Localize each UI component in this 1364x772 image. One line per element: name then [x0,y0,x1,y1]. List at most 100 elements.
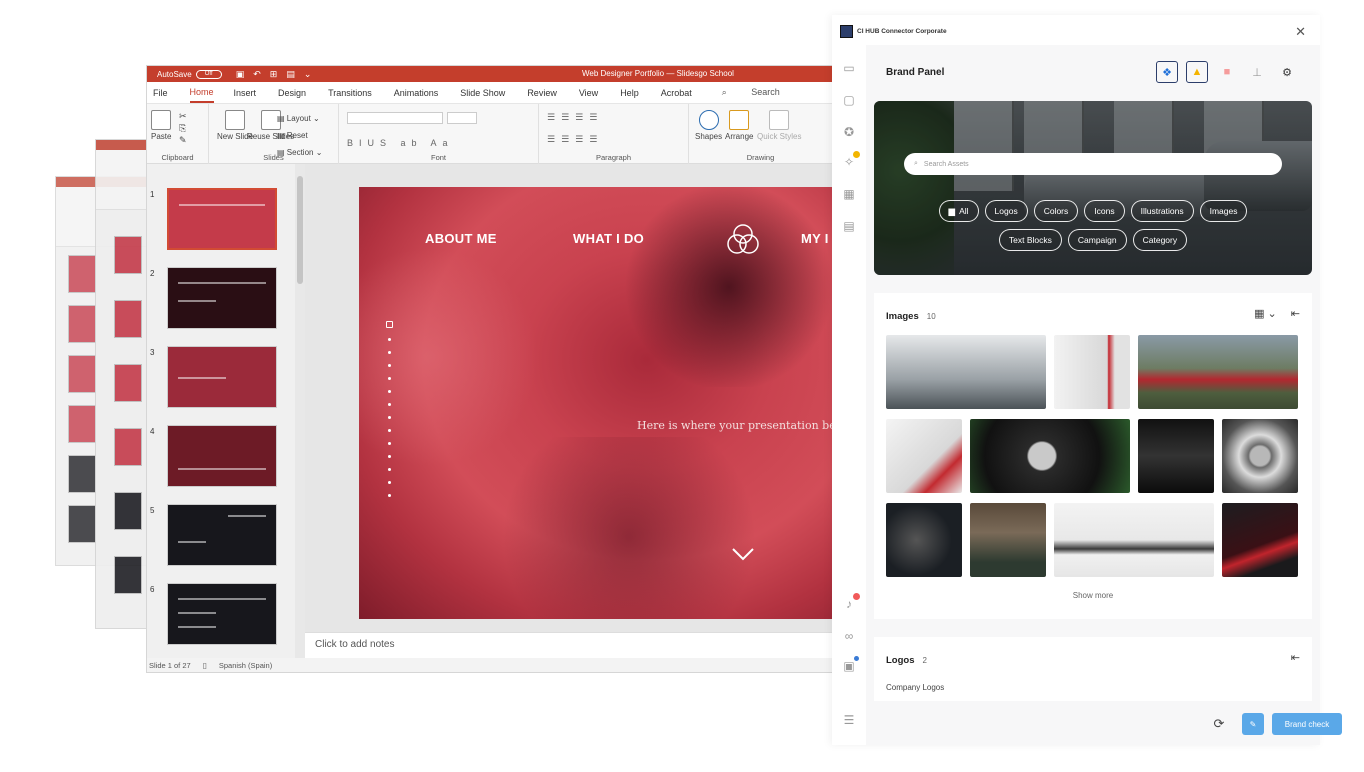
thumbnail-row[interactable]: 1 [147,188,295,250]
tab-acrobat[interactable]: Acrobat [661,88,702,98]
stamp-icon[interactable]: ⊥ [1246,61,1268,83]
asset-image[interactable] [1222,503,1298,577]
collapse-icon[interactable]: ⇤ [1291,307,1300,320]
layout-button[interactable]: ▤ Layout ⌄ [277,110,322,127]
thumbnail-row[interactable]: 5 [147,504,295,566]
tab-design[interactable]: Design [278,88,316,98]
sparkle-icon[interactable]: ✧ [842,151,860,169]
current-slide[interactable]: ABOUT ME WHAT I DO MY I Here is where yo… [359,187,832,619]
folder-icon[interactable]: ▢ [842,93,856,107]
asset-image[interactable] [886,503,962,577]
accessibility-icon[interactable]: ▯ [203,661,207,670]
home-icon[interactable]: ▭ [842,61,856,75]
chip-category[interactable]: Category [1132,229,1188,251]
notes-pane[interactable]: Click to add notes [305,632,832,658]
start-icon[interactable]: ▤ [286,69,295,80]
thumbnail-row[interactable]: 3 [147,346,295,408]
link-icon[interactable]: ∞ [842,629,856,643]
chip-illustrations[interactable]: Illustrations [1130,200,1194,222]
tab-help[interactable]: Help [620,88,649,98]
autosave-control[interactable]: AutoSave Off [157,69,222,79]
cart-icon[interactable]: ▤ [842,219,856,233]
close-icon[interactable]: ✕ [1295,24,1306,40]
autosave-label: AutoSave [157,69,192,79]
search-placeholder: Search Assets [923,160,969,168]
image-icon[interactable]: ▣ [842,656,859,673]
chip-label: All [959,206,969,216]
notification-bell-icon[interactable]: ♪ [842,593,860,611]
collapse-icon[interactable]: ⇤ [1291,651,1300,664]
chip-all[interactable]: ▆ All [938,200,979,222]
asset-image[interactable] [1054,335,1130,409]
shapes-button[interactable]: Shapes [695,110,722,141]
dropbox-icon[interactable]: ❖ [1156,61,1178,83]
settings-icon[interactable]: ⚙ [1276,61,1298,83]
slide-thumbnail-2[interactable] [167,267,277,329]
font-format-buttons[interactable]: BIUS ab Aa [347,138,454,148]
presenter-icon[interactable]: ⊞ [270,69,278,80]
tab-slide-show[interactable]: Slide Show [460,88,515,98]
adobe-icon[interactable]: ■ [1216,61,1238,83]
asset-image[interactable] [886,419,962,493]
refresh-icon[interactable]: ⟳ [1208,713,1230,735]
tab-home[interactable]: Home [189,83,214,103]
editor-workspace: 1 2 3 4 5 6 ABOUT ME WHAT I DO MY I Here… [147,164,832,658]
chip-images[interactable]: Images [1199,200,1248,222]
powerpoint-window: AutoSave Off ▣ ↶ ⊞ ▤ ⌄ Web Designer Port… [147,66,832,672]
thumbnail-row[interactable]: 6 [147,583,295,645]
slide-thumbnail-6[interactable] [167,583,277,645]
slide-thumbnail-4[interactable] [167,425,277,487]
asset-image[interactable] [970,419,1130,493]
clipboard-tools[interactable]: ✂ ⎘ ✎ [179,110,187,146]
thumbnail-scrollbar[interactable] [295,164,305,658]
tab-insert[interactable]: Insert [234,88,267,98]
status-bar: Slide 1 of 27 ▯ Spanish (Spain) [147,658,832,672]
language-indicator[interactable]: Spanish (Spain) [219,661,272,670]
font-family-select[interactable] [347,112,443,124]
grid-view-icon[interactable]: ▦ ⌄ [1254,307,1277,320]
reset-button[interactable]: ▤ Reset [277,127,322,144]
google-drive-icon[interactable]: ▲ [1186,61,1208,83]
brush-icon[interactable]: ✎ [1242,713,1264,735]
new-slide-icon [225,110,245,130]
show-more-link[interactable]: Show more [874,591,1312,600]
award-icon[interactable]: ✪ [842,125,856,139]
asset-image[interactable] [1138,419,1214,493]
chip-colors[interactable]: Colors [1033,200,1079,222]
tab-transitions[interactable]: Transitions [328,88,382,98]
menu-icon[interactable]: ☰ [842,713,856,727]
paste-button[interactable]: Paste [151,110,171,141]
apps-icon[interactable]: ▦ [842,187,856,201]
quick-styles-button[interactable]: Quick Styles [757,110,801,141]
chip-text-blocks[interactable]: Text Blocks [998,229,1062,251]
list-buttons[interactable]: ☰☰☰☰ [547,112,603,123]
tab-review[interactable]: Review [527,88,567,98]
tab-animations[interactable]: Animations [394,88,449,98]
tab-view[interactable]: View [579,88,608,98]
customize-icon[interactable]: ⌄ [304,69,312,80]
autosave-toggle[interactable]: Off [195,69,222,79]
bag-icon: ▆ [948,205,956,216]
tab-file[interactable]: File [153,88,178,98]
chip-campaign[interactable]: Campaign [1067,229,1127,251]
brand-check-button[interactable]: Brand check [1272,713,1342,735]
asset-image[interactable] [886,335,1046,409]
thumbnail-row[interactable]: 4 [147,425,295,487]
asset-image[interactable] [970,503,1046,577]
align-buttons[interactable]: ☰☰☰☰ [547,134,603,145]
asset-image[interactable] [1222,419,1298,493]
undo-icon[interactable]: ↶ [253,69,261,80]
font-size-select[interactable] [447,112,477,124]
asset-image[interactable] [1054,503,1214,577]
chip-logos[interactable]: Logos [984,200,1028,222]
thumbnail-row[interactable]: 2 [147,267,295,329]
search-box[interactable]: ⌕ Search [722,87,812,98]
search-assets-input[interactable]: ⌕ Search Assets [904,153,1282,175]
slide-thumbnail-1[interactable] [167,188,277,250]
save-icon[interactable]: ▣ [236,69,245,80]
slide-thumbnail-5[interactable] [167,504,277,566]
arrange-button[interactable]: Arrange [725,110,753,141]
asset-image[interactable] [1138,335,1298,409]
chip-icons[interactable]: Icons [1084,200,1125,222]
slide-thumbnail-3[interactable] [167,346,277,408]
